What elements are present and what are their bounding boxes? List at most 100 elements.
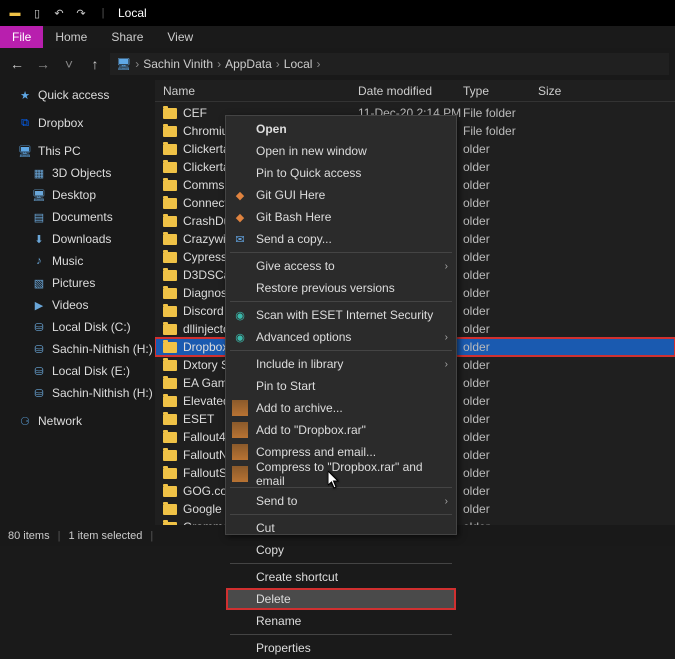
folder-icon xyxy=(163,360,177,371)
separator xyxy=(230,634,452,635)
tab-share[interactable]: Share xyxy=(99,26,155,48)
folder-icon xyxy=(163,450,177,461)
sidebar-item-label: Local Disk (C:) xyxy=(52,320,131,334)
col-size[interactable]: Size xyxy=(538,84,561,98)
sidebar-item-label: Sachin-Nithish (H:) xyxy=(52,342,153,356)
rar-icon xyxy=(232,422,248,438)
file-type: older xyxy=(463,376,538,390)
sidebar-item-label: Local Disk (E:) xyxy=(52,364,130,378)
chevron-right-icon: › xyxy=(276,57,280,71)
recent-button[interactable]: ˅ xyxy=(58,53,80,75)
sidebar-item[interactable]: ⛁Sachin-Nithish (H:) xyxy=(0,382,155,404)
back-button[interactable]: ← xyxy=(6,53,28,75)
file-type: older xyxy=(463,466,538,480)
ctx-advanced-options[interactable]: ◉Advanced options› xyxy=(226,326,456,348)
rar-icon xyxy=(232,444,248,460)
rar-icon xyxy=(232,400,248,416)
chevron-right-icon: › xyxy=(445,332,448,343)
window-title: Local xyxy=(118,6,147,20)
ctx-scan-eset[interactable]: ◉Scan with ESET Internet Security xyxy=(226,304,456,326)
ctx-cut[interactable]: Cut xyxy=(226,517,456,539)
file-type: older xyxy=(463,484,538,498)
device-icon: ▦ xyxy=(32,166,46,180)
ctx-copy[interactable]: Copy xyxy=(226,539,456,561)
ctx-git-bash[interactable]: ◆Git Bash Here xyxy=(226,206,456,228)
sidebar-item-label: Dropbox xyxy=(38,116,83,130)
sidebar-item[interactable]: 🖥Desktop xyxy=(0,184,155,206)
ctx-delete[interactable]: Delete xyxy=(226,588,456,610)
folder-icon xyxy=(163,378,177,389)
col-date[interactable]: Date modified xyxy=(358,84,463,98)
col-type[interactable]: Type xyxy=(463,84,538,98)
cursor-icon xyxy=(328,471,342,493)
eset-icon: ◉ xyxy=(232,307,248,323)
sidebar-item[interactable]: ♪Music xyxy=(0,250,155,272)
device-icon: ▶ xyxy=(32,298,46,312)
ctx-open[interactable]: Open xyxy=(226,118,456,140)
ctx-include-library[interactable]: Include in library› xyxy=(226,353,456,375)
ctx-add-archive[interactable]: Add to archive... xyxy=(226,397,456,419)
folder-icon xyxy=(163,162,177,173)
ctx-pin-quick-access[interactable]: Pin to Quick access xyxy=(226,162,456,184)
ctx-git-gui[interactable]: ◆Git GUI Here xyxy=(226,184,456,206)
undo-icon[interactable]: ↶ xyxy=(50,4,68,22)
up-button[interactable]: ↑ xyxy=(84,53,106,75)
sidebar-item[interactable]: ▶Videos xyxy=(0,294,155,316)
ctx-rename[interactable]: Rename xyxy=(226,610,456,632)
separator: | xyxy=(58,530,61,542)
tab-home[interactable]: Home xyxy=(43,26,99,48)
col-name[interactable]: Name xyxy=(163,84,358,98)
folder-icon xyxy=(163,126,177,137)
breadcrumb[interactable]: 🖥 › Sachin Vinith › AppData › Local › xyxy=(110,53,669,75)
sidebar-item[interactable]: ▦3D Objects xyxy=(0,162,155,184)
file-icon: ▯ xyxy=(28,4,46,22)
file-type: older xyxy=(463,448,538,462)
sidebar-quick-access[interactable]: ★Quick access xyxy=(0,84,155,106)
file-type: File folder xyxy=(463,106,538,120)
file-type: older xyxy=(463,142,538,156)
sidebar-item[interactable]: ⛁Sachin-Nithish (H:) xyxy=(0,338,155,360)
sidebar-network[interactable]: ⚆Network xyxy=(0,410,155,432)
ctx-add-dropbox-rar[interactable]: Add to "Dropbox.rar" xyxy=(226,419,456,441)
ctx-send-copy[interactable]: ✉Send a copy... xyxy=(226,228,456,250)
file-type: older xyxy=(463,178,538,192)
tab-view[interactable]: View xyxy=(155,26,205,48)
rar-icon xyxy=(232,466,248,482)
chevron-right-icon: › xyxy=(217,57,221,71)
sidebar-item[interactable]: ⬇Downloads xyxy=(0,228,155,250)
folder-icon xyxy=(163,306,177,317)
ctx-restore-versions[interactable]: Restore previous versions xyxy=(226,277,456,299)
ctx-open-new-window[interactable]: Open in new window xyxy=(226,140,456,162)
folder-icon xyxy=(163,342,177,353)
sidebar-item[interactable]: ▤Documents xyxy=(0,206,155,228)
file-type: older xyxy=(463,196,538,210)
crumb-appdata[interactable]: AppData xyxy=(225,57,272,71)
ctx-pin-start[interactable]: Pin to Start xyxy=(226,375,456,397)
sidebar-item[interactable]: ⛁Local Disk (E:) xyxy=(0,360,155,382)
divider: | xyxy=(94,4,112,22)
ctx-send-to[interactable]: Send to› xyxy=(226,490,456,512)
sidebar-item[interactable]: ▧Pictures xyxy=(0,272,155,294)
sidebar-dropbox[interactable]: ⧉Dropbox xyxy=(0,112,155,134)
device-icon: ⛁ xyxy=(32,386,46,400)
tab-file[interactable]: File xyxy=(0,26,43,48)
crumb-user[interactable]: Sachin Vinith xyxy=(143,57,213,71)
folder-icon xyxy=(163,198,177,209)
ctx-properties[interactable]: Properties xyxy=(226,637,456,659)
crumb-local[interactable]: Local xyxy=(284,57,313,71)
redo-icon[interactable]: ↷ xyxy=(72,4,90,22)
file-type: older xyxy=(463,232,538,246)
status-item-count: 80 items xyxy=(8,530,50,542)
folder-icon xyxy=(163,396,177,407)
navigation-sidebar: ★Quick access ⧉Dropbox 🖥This PC ▦3D Obje… xyxy=(0,80,155,525)
ctx-create-shortcut[interactable]: Create shortcut xyxy=(226,566,456,588)
folder-icon xyxy=(163,288,177,299)
sidebar-item[interactable]: ⛁Local Disk (C:) xyxy=(0,316,155,338)
forward-button[interactable]: → xyxy=(32,53,54,75)
navigation-bar: ← → ˅ ↑ 🖥 › Sachin Vinith › AppData › Lo… xyxy=(0,48,675,80)
file-type: older xyxy=(463,394,538,408)
sidebar-this-pc[interactable]: 🖥This PC xyxy=(0,140,155,162)
status-selected: 1 item selected xyxy=(68,530,142,542)
ctx-give-access[interactable]: Give access to› xyxy=(226,255,456,277)
folder-icon xyxy=(163,108,177,119)
